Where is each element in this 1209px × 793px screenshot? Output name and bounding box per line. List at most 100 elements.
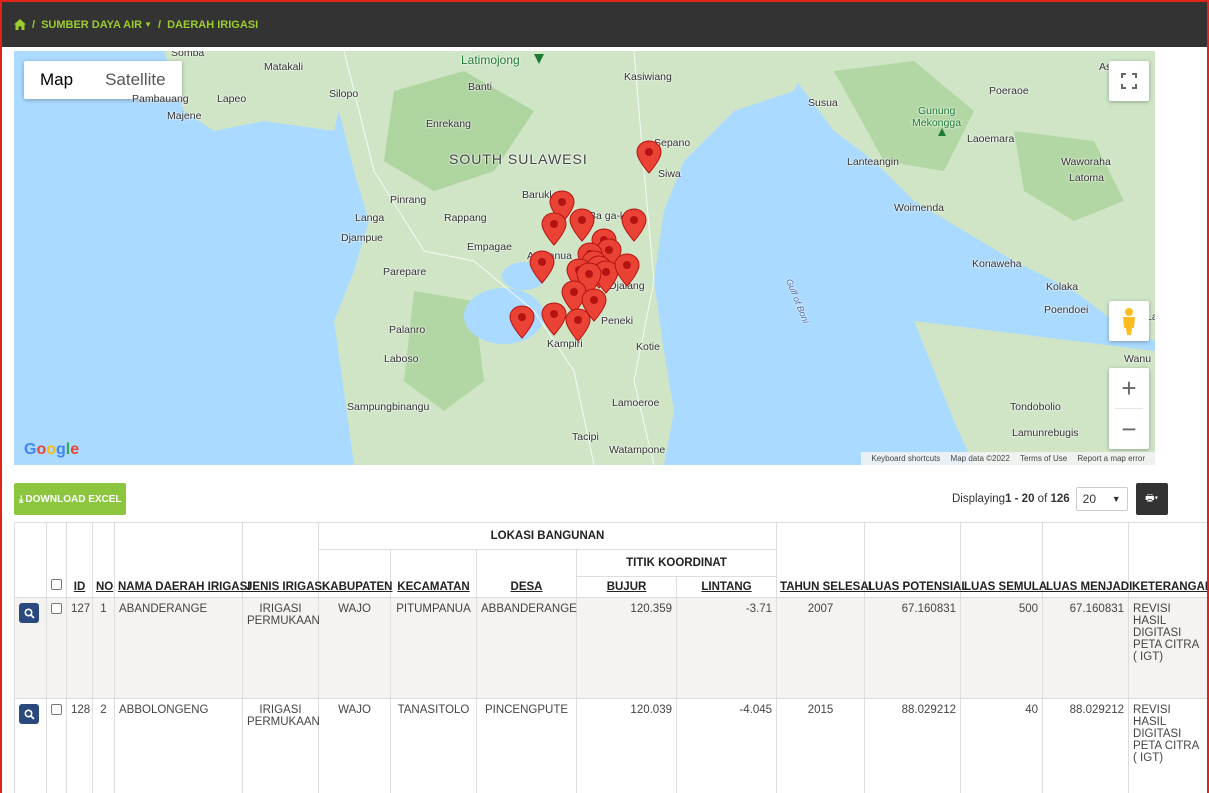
pegman-icon [1123, 308, 1135, 335]
row-action-cell [14, 698, 47, 793]
row-action-cell [14, 597, 47, 699]
row-select-cell [46, 597, 67, 699]
cell-jenis: IRIGASI PERMUKAAN [242, 597, 320, 699]
header-no[interactable]: NO [92, 522, 115, 598]
map-markers [509, 54, 946, 342]
header-semula[interactable]: LUAS SEMULA [960, 522, 1047, 598]
zoom-out-button[interactable]: − [1109, 409, 1149, 449]
cell-nama: ABBOLONGENG [114, 698, 243, 793]
cell-no: 1 [92, 597, 115, 699]
zoom-control: + − [1109, 368, 1149, 449]
cell-semula: 500 [960, 597, 1044, 699]
keyboard-shortcuts-link[interactable]: Keyboard shortcuts [871, 454, 940, 463]
google-logo[interactable]: Google [24, 441, 79, 459]
header-jenis[interactable]: JENIS IRIGASI [242, 522, 325, 598]
row-checkbox[interactable] [51, 603, 62, 614]
chevron-down-icon[interactable]: ▼ [144, 20, 152, 29]
pagination-summary: Displaying 1 - 20 of 126 20 ▼ 🖶▾ [952, 483, 1168, 515]
map-data-text: Map data ©2022 [950, 454, 1010, 463]
cell-keterangan: REVISI HASIL DIGITASI PETA CITRA ( IGT) [1128, 597, 1207, 699]
map-marker-icon[interactable] [509, 305, 535, 339]
map-marker-icon[interactable] [569, 208, 595, 242]
map-marker-icon[interactable] [565, 308, 591, 342]
header-group-lokasi: LOKASI BANGUNAN [317, 522, 778, 550]
cell-id: 127 [66, 597, 93, 699]
map-marker-icon[interactable] [529, 250, 555, 284]
search-icon [23, 708, 35, 720]
cell-no: 2 [92, 698, 115, 793]
displaying-range: 1 - 20 [1005, 493, 1035, 505]
terms-of-use-link[interactable]: Terms of Use [1020, 454, 1067, 463]
header-tahun[interactable]: TAHUN SELESAI [776, 522, 872, 598]
map-marker-icon[interactable] [541, 212, 567, 246]
breadcrumb-page[interactable]: DAERAH IRIGASI [167, 19, 258, 31]
header-group-titik: TITIK KOORDINAT [575, 549, 778, 577]
cell-nama: ABANDERANGE [114, 597, 243, 699]
cell-jenis: IRIGASI PERMUKAAN [242, 698, 320, 793]
map-marker-icon[interactable] [614, 253, 640, 287]
header-kabupaten[interactable]: KABUPATEN [318, 549, 393, 598]
header-select-all [46, 522, 67, 598]
cell-keterangan: REVISI HASIL DIGITASI PETA CITRA ( IGT) [1128, 698, 1207, 793]
cell-tahun: 2015 [776, 698, 866, 793]
row-select-cell [46, 698, 67, 793]
report-map-error-link[interactable]: Report a map error [1077, 454, 1145, 463]
map-attribution: Keyboard shortcuts Map data ©2022 Terms … [861, 452, 1155, 465]
cell-potensial: 67.160831 [864, 597, 962, 699]
breadcrumb-section[interactable]: SUMBER DAYA AIR [41, 19, 142, 31]
cell-bujur: 120.039 [576, 698, 677, 793]
row-checkbox[interactable] [51, 704, 62, 715]
download-excel-button[interactable]: ⤓ DOWNLOAD EXCEL [14, 483, 126, 515]
map-marker-icon[interactable] [636, 140, 662, 174]
cell-kabupaten: WAJO [318, 597, 391, 699]
header-nama[interactable]: NAMA DAERAH IRIGASI [114, 522, 250, 598]
cell-lintang: -4.045 [675, 698, 778, 793]
street-view-pegman-button[interactable] [1109, 301, 1149, 341]
cell-lintang: -3.71 [675, 597, 778, 699]
view-detail-button[interactable] [19, 704, 39, 724]
table-row: 128 2 ABBOLONGENG IRIGASI PERMUKAAN WAJO… [14, 698, 1207, 793]
breadcrumb-separator: / [32, 18, 36, 31]
header-id[interactable]: ID [66, 522, 93, 598]
cell-desa: ABBANDERANGE [476, 597, 577, 699]
displaying-of: of [1034, 493, 1051, 505]
map-marker-icon[interactable] [621, 208, 647, 242]
header-potensial[interactable]: LUAS POTENSIAL [864, 522, 968, 598]
zoom-in-button[interactable]: + [1109, 368, 1149, 408]
fullscreen-icon [1121, 73, 1137, 89]
page-size-select[interactable]: 20 ▼ [1075, 487, 1128, 511]
map-view[interactable]: Map Satellite Somba Matakali Pambauang L… [14, 51, 1155, 465]
cell-kecamatan: TANASITOLO [390, 698, 477, 793]
displaying-prefix: Displaying [952, 493, 1006, 505]
header-lintang[interactable]: LINTANG [675, 576, 778, 598]
print-icon: 🖶▾ [1145, 492, 1159, 504]
header-desa[interactable]: DESA [476, 549, 577, 598]
cell-id: 128 [66, 698, 93, 793]
map-marker-icon[interactable] [541, 302, 567, 336]
header-kecamatan[interactable]: KECAMATAN [390, 549, 477, 598]
select-all-checkbox[interactable] [51, 579, 62, 590]
cell-kecamatan: PITUMPANUA [390, 597, 477, 699]
cell-menjadi: 88.029212 [1042, 698, 1130, 793]
cell-potensial: 88.029212 [864, 698, 962, 793]
header-action [14, 522, 47, 598]
view-detail-button[interactable] [19, 603, 39, 623]
download-excel-label: DOWNLOAD EXCEL [25, 493, 122, 505]
cell-tahun: 2007 [776, 597, 866, 699]
header-menjadi[interactable]: LUAS MENJADI [1042, 522, 1132, 598]
download-icon: ⤓ [19, 493, 24, 505]
header-bujur[interactable]: BUJUR [576, 576, 677, 598]
cell-desa: PINCENGPUTE [476, 698, 577, 793]
cell-bujur: 120.359 [576, 597, 677, 699]
cell-menjadi: 67.160831 [1042, 597, 1130, 699]
header-keterangan[interactable]: KETERANGAN [1128, 522, 1207, 598]
print-menu-button[interactable]: 🖶▾ [1135, 483, 1168, 515]
breadcrumb: / SUMBER DAYA AIR ▼ / DAERAH IRIGASI [2, 2, 1207, 47]
cell-semula: 40 [960, 698, 1044, 793]
chevron-down-icon: ▼ [1111, 494, 1121, 504]
search-icon [23, 607, 35, 619]
fullscreen-button[interactable] [1109, 61, 1149, 101]
home-icon[interactable] [14, 19, 26, 30]
table-row: 127 1 ABANDERANGE IRIGASI PERMUKAAN WAJO… [14, 597, 1207, 699]
displaying-total: 126 [1050, 493, 1070, 505]
